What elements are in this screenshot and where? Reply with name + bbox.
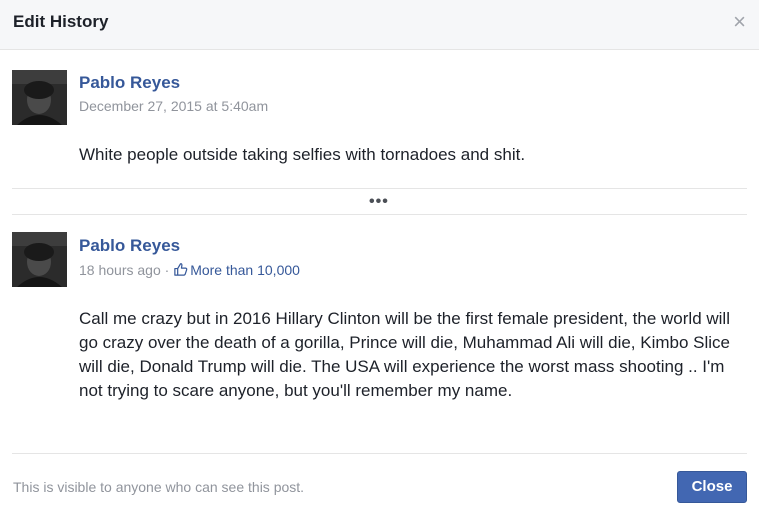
post-text: White people outside taking selfies with…	[79, 145, 526, 164]
timestamp-text[interactable]: December 27, 2015 at 5:40am	[79, 98, 268, 114]
dialog-header: Edit History ×	[0, 0, 759, 50]
more-history-icon[interactable]: •••	[369, 193, 389, 211]
timestamp-text[interactable]: 18 hours ago	[79, 262, 161, 278]
meta-separator: ·	[164, 262, 170, 278]
divider	[12, 214, 747, 215]
post-meta: 18 hours ago · More than 10,000	[79, 262, 300, 278]
author-name[interactable]: Pablo Reyes	[79, 73, 180, 93]
divider	[12, 453, 747, 454]
avatar[interactable]	[12, 232, 67, 287]
author-name[interactable]: Pablo Reyes	[79, 236, 180, 256]
like-count-text[interactable]: More than 10,000	[190, 262, 300, 278]
visibility-note: This is visible to anyone who can see th…	[13, 479, 305, 495]
close-icon[interactable]: ×	[733, 11, 746, 33]
post-timestamp: December 27, 2015 at 5:40am	[79, 98, 268, 114]
dialog-title: Edit History	[13, 12, 109, 31]
divider	[12, 188, 747, 189]
post-text: Call me crazy but in 2016 Hillary Clinto…	[79, 309, 731, 400]
thumbs-up-icon	[174, 263, 188, 276]
avatar[interactable]	[12, 70, 67, 125]
close-button[interactable]: Close	[677, 471, 747, 503]
like-count[interactable]: More than 10,000	[173, 262, 300, 278]
